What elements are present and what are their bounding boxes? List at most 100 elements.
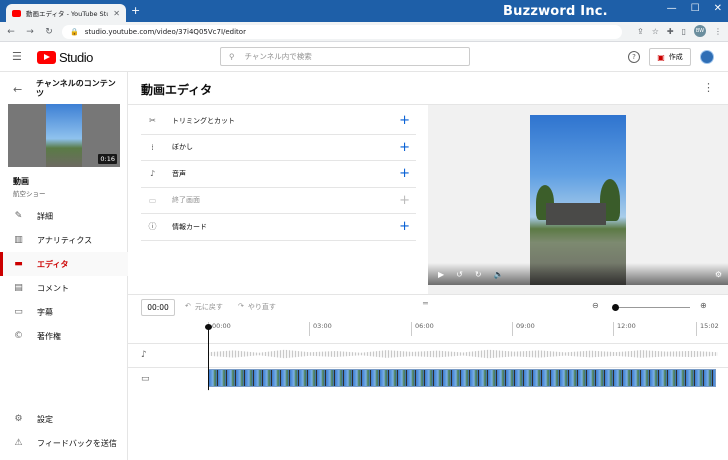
close-window-icon[interactable]: ✕ (714, 3, 722, 14)
player-controls: ▶ ↺ ↻ 🔈 ⚙ (428, 263, 728, 285)
help-icon[interactable]: ? (628, 51, 640, 63)
sidebar-item-feedback[interactable]: ⚠ フィードバックを送信 (0, 431, 128, 455)
sidebar-item-analytics[interactable]: ▥ アナリティクス (0, 228, 128, 252)
page-title: 動画エディタ (141, 83, 213, 97)
playhead-handle[interactable] (205, 324, 212, 330)
create-button[interactable]: ▣ 作成 (649, 48, 691, 66)
url-field[interactable]: 🔒 studio.youtube.com/video/37i4Q05Vc7I/e… (62, 25, 622, 39)
building-shape (546, 203, 606, 225)
channel-content-link[interactable]: チャンネルのコンテンツ (36, 79, 122, 99)
star-icon[interactable]: ☆ (652, 27, 659, 36)
volume-icon[interactable]: 🔈 (494, 270, 504, 279)
comment-icon: ▤ (14, 283, 23, 293)
undo-button[interactable]: ↶ 元に戻す (185, 302, 223, 312)
ruler-tick: 00:00 (208, 322, 231, 336)
add-trim-button[interactable]: + (399, 113, 410, 128)
browser-tab[interactable]: 動画エディタ - YouTube Studio ✕ (6, 4, 126, 22)
ruler-tick: 06:00 (411, 322, 434, 336)
browser-menu-icon[interactable]: ⋮ (714, 27, 722, 36)
new-tab-button[interactable]: + (131, 4, 140, 17)
zoom-in-icon[interactable]: ⊕ (700, 301, 707, 310)
playhead[interactable] (208, 326, 209, 390)
extensions-icon[interactable]: ✚ (667, 27, 674, 36)
current-time-field[interactable]: 00:00 (141, 299, 175, 316)
zoom-slider-knob[interactable] (612, 304, 619, 311)
divider (128, 294, 728, 295)
blur-icon: ⁞ (151, 142, 154, 152)
sidebar-item-subtitles[interactable]: ▭ 字幕 (0, 300, 128, 324)
editor-tools-list: ✂ トリミングとカット + ⁞ ぼかし + ♪ 音声 + ▭ 終了画面 + ⓘ … (141, 108, 416, 241)
video-filmstrip[interactable] (208, 369, 716, 387)
player-settings-icon[interactable]: ⚙ (715, 270, 722, 279)
profile-avatar[interactable]: BW (694, 25, 706, 37)
info-icon: ⓘ (148, 222, 157, 232)
search-icon: ⚲ (229, 52, 235, 61)
address-bar: ← → ↻ 🔒 studio.youtube.com/video/37i4Q05… (0, 22, 728, 42)
minimize-icon[interactable]: — (667, 3, 677, 14)
rewind-icon[interactable]: ↺ (456, 270, 463, 279)
subtitles-icon: ▭ (14, 307, 23, 317)
forward-arrow-icon[interactable]: → (22, 27, 38, 37)
reload-icon[interactable]: ↻ (41, 27, 57, 37)
lock-icon: 🔒 (70, 28, 79, 36)
sidebar-nav: ✎ 詳細 ▥ アナリティクス ▬ エディタ ▤ コメント ▭ 字幕 © 著作権 (0, 204, 128, 348)
add-audio-button[interactable]: + (399, 166, 410, 181)
analytics-icon: ▥ (14, 235, 23, 245)
back-arrow-icon[interactable]: ← (13, 83, 22, 96)
more-options-icon[interactable]: ⋮ (703, 81, 714, 94)
scissors-icon: ✂ (149, 116, 156, 126)
sidebar-item-editor[interactable]: ▬ エディタ (0, 252, 128, 276)
duration-badge: 0:16 (98, 154, 117, 164)
hamburger-menu-icon[interactable]: ☰ (12, 50, 22, 63)
maximize-icon[interactable]: ☐ (691, 3, 700, 14)
add-info-card-button[interactable]: + (399, 219, 410, 234)
ruler-tick: 15:02 (696, 322, 719, 336)
ruler-tick: 09:00 (512, 322, 535, 336)
brand-watermark: Buzzword Inc. (503, 4, 608, 19)
ruler-tick: 12:00 (613, 322, 636, 336)
play-icon[interactable]: ▶ (438, 270, 444, 279)
share-icon[interactable]: ⇪ (637, 27, 644, 36)
settings-icon: ⚙ (14, 414, 23, 424)
tool-blur[interactable]: ⁞ ぼかし + (141, 135, 416, 161)
forward-icon[interactable]: ↻ (475, 270, 482, 279)
redo-button[interactable]: ↷ やり直す (238, 302, 276, 312)
sidepanel-icon[interactable]: ▯ (682, 27, 686, 36)
tool-audio[interactable]: ♪ 音声 + (141, 161, 416, 188)
tool-info-cards[interactable]: ⓘ 情報カード + (141, 214, 416, 241)
youtube-logo-icon (37, 51, 56, 64)
tool-trim[interactable]: ✂ トリミングとカット + (141, 108, 416, 135)
music-note-icon: ♪ (141, 350, 147, 360)
sidebar-item-details[interactable]: ✎ 詳細 (0, 204, 128, 228)
thumbnail-image (46, 104, 82, 167)
search-placeholder: チャンネル内で検索 (244, 52, 312, 61)
video-subtitle: 航空ショー (13, 190, 46, 198)
video-player[interactable]: ▶ ↺ ↻ 🔈 ⚙ (428, 105, 728, 285)
copyright-icon: © (14, 331, 23, 341)
close-tab-icon[interactable]: ✕ (113, 9, 120, 18)
resize-handle-icon[interactable]: ═ (423, 299, 428, 308)
studio-logo[interactable]: Studio (37, 50, 93, 65)
tab-title: 動画エディタ - YouTube Studio (26, 10, 109, 18)
url-text: studio.youtube.com/video/37i4Q05Vc7I/edi… (84, 28, 246, 36)
youtube-favicon-icon (12, 9, 21, 17)
sidebar-bottom-nav: ⚙ 設定 ⚠ フィードバックを送信 (0, 407, 128, 455)
undo-icon: ↶ (185, 302, 191, 310)
back-arrow-icon[interactable]: ← (3, 27, 19, 37)
sidebar-item-comments[interactable]: ▤ コメント (0, 276, 128, 300)
feedback-icon: ⚠ (14, 438, 23, 448)
video-thumbnail[interactable]: 0:16 (8, 104, 120, 167)
search-input[interactable]: ⚲ チャンネル内で検索 (220, 47, 470, 66)
sidebar-item-settings[interactable]: ⚙ 設定 (0, 407, 128, 431)
zoom-slider[interactable] (614, 307, 690, 308)
editor-icon: ▬ (14, 259, 23, 269)
zoom-out-icon[interactable]: ⊖ (592, 301, 599, 310)
sidebar-item-copyright[interactable]: © 著作権 (0, 324, 128, 348)
add-blur-button[interactable]: + (399, 140, 410, 155)
camera-icon: ▣ (657, 52, 665, 62)
timeline-ruler[interactable]: 00:00 03:00 06:00 09:00 12:00 15:02 (208, 322, 719, 338)
studio-header: ☰ Studio ⚲ チャンネル内で検索 ? ▣ 作成 (0, 42, 728, 72)
video-title: 動画 (13, 177, 29, 186)
channel-avatar[interactable] (700, 50, 714, 64)
music-note-icon: ♪ (149, 169, 156, 179)
